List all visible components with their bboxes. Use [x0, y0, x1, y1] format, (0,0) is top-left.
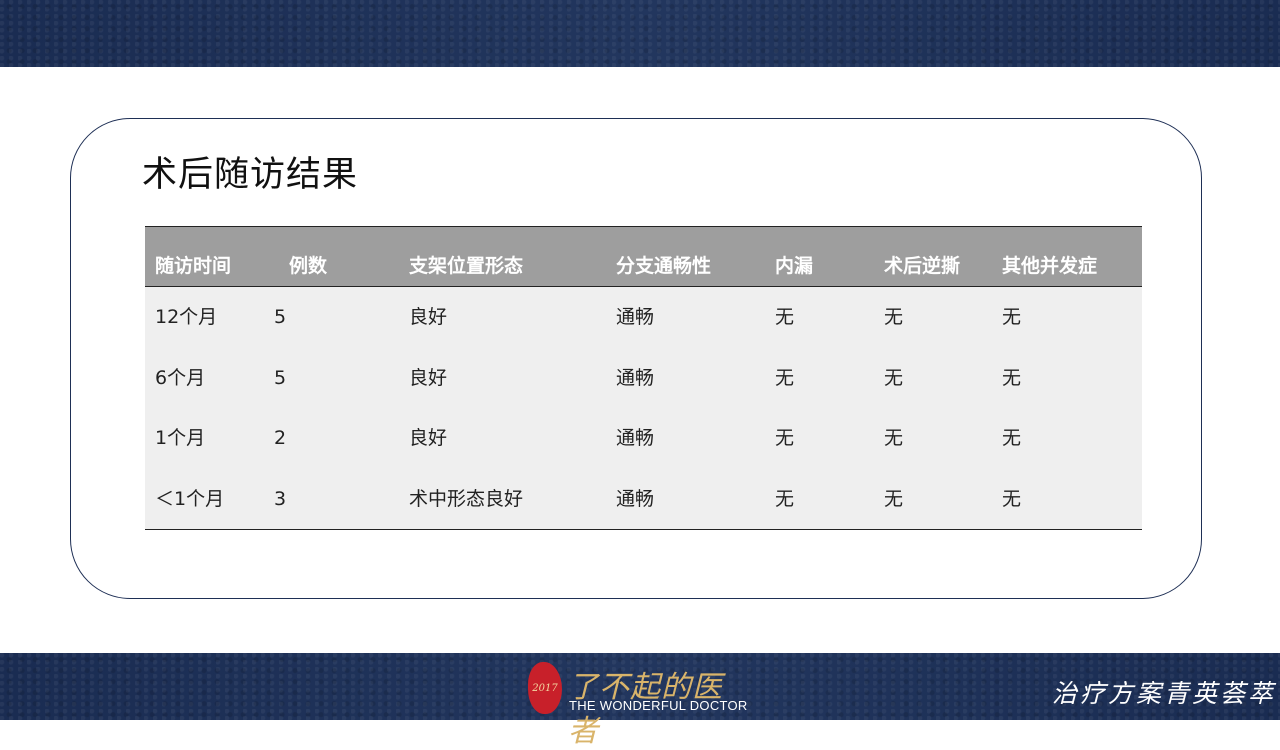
cell-other-complications: 无 — [1002, 427, 1022, 449]
table-row: 1个月 2 良好 通畅 无 无 无 — [145, 408, 1142, 468]
header-retrograde-dissection: 术后逆撕 — [884, 255, 961, 277]
cell-stent-position: 良好 — [409, 306, 448, 328]
cell-endoleak: 无 — [775, 367, 795, 389]
cell-case-count: 3 — [274, 488, 287, 510]
followup-table: 随访时间 例数 支架位置形态 分支通畅性 内漏 术后逆撕 其他并发症 12个月 … — [145, 226, 1142, 530]
table-row: ＜1个月 3 术中形态良好 通畅 无 无 无 — [145, 469, 1142, 529]
table-row: 6个月 5 良好 通畅 无 无 无 — [145, 348, 1142, 408]
cell-endoleak: 无 — [775, 427, 795, 449]
cell-case-count: 2 — [274, 427, 287, 449]
header-endoleak: 内漏 — [775, 255, 814, 277]
header-case-count: 例数 — [289, 255, 328, 277]
cell-other-complications: 无 — [1002, 488, 1022, 510]
cell-retrograde-dissection: 无 — [884, 488, 904, 510]
slide-title: 术后随访结果 — [142, 155, 359, 195]
cell-stent-position: 良好 — [409, 367, 448, 389]
top-banner — [0, 0, 1280, 67]
cell-followup-time: ＜1个月 — [155, 488, 225, 510]
table-row: 12个月 5 良好 通畅 无 无 无 — [145, 287, 1142, 347]
header-followup-time: 随访时间 — [155, 255, 232, 277]
cell-retrograde-dissection: 无 — [884, 367, 904, 389]
cell-other-complications: 无 — [1002, 367, 1022, 389]
brand-logo: 2017 了不起的医者 THE WONDERFUL DOCTOR — [528, 660, 747, 749]
cell-followup-time: 6个月 — [155, 367, 206, 389]
logo-english-text: THE WONDERFUL DOCTOR — [569, 698, 748, 713]
footer-slogan: 治疗方案青英荟萃 — [1052, 679, 1277, 708]
cell-stent-position: 术中形态良好 — [409, 488, 524, 510]
cell-other-complications: 无 — [1002, 306, 1022, 328]
cell-case-count: 5 — [274, 306, 287, 328]
cell-retrograde-dissection: 无 — [884, 427, 904, 449]
cell-branch-patency: 通畅 — [616, 367, 655, 389]
cell-case-count: 5 — [274, 367, 287, 389]
seal-icon: 2017 — [528, 662, 562, 714]
cell-retrograde-dissection: 无 — [884, 306, 904, 328]
cell-branch-patency: 通畅 — [616, 488, 655, 510]
table-body: 12个月 5 良好 通畅 无 无 无 6个月 5 良好 通畅 无 无 无 1个月… — [145, 287, 1142, 530]
cell-branch-patency: 通畅 — [616, 427, 655, 449]
header-stent-position: 支架位置形态 — [409, 255, 524, 277]
cell-branch-patency: 通畅 — [616, 306, 655, 328]
cell-endoleak: 无 — [775, 488, 795, 510]
table-header: 随访时间 例数 支架位置形态 分支通畅性 内漏 术后逆撕 其他并发症 — [145, 226, 1142, 287]
cell-followup-time: 12个月 — [155, 306, 218, 328]
cell-stent-position: 良好 — [409, 427, 448, 449]
cell-endoleak: 无 — [775, 306, 795, 328]
cell-followup-time: 1个月 — [155, 427, 206, 449]
header-other-complications: 其他并发症 — [1002, 255, 1098, 277]
header-branch-patency: 分支通畅性 — [616, 255, 712, 277]
